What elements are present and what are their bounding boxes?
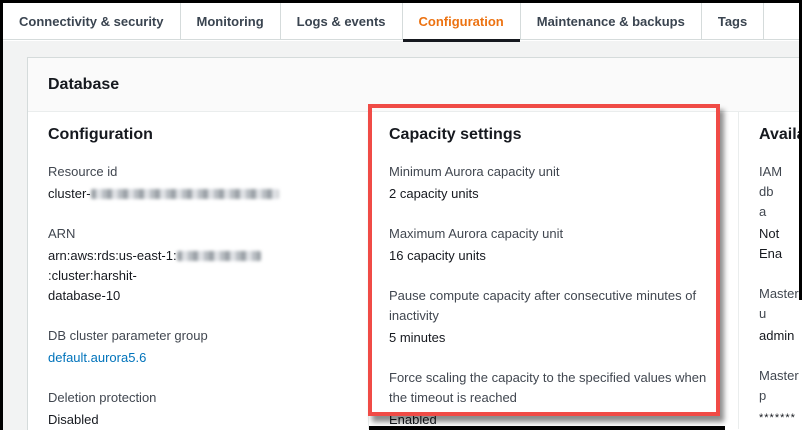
screenshot-border-left <box>0 0 3 430</box>
tab-maintenance-backups[interactable]: Maintenance & backups <box>521 3 702 39</box>
field-min-capacity: Minimum Aurora capacity unit 2 capacity … <box>389 162 718 204</box>
tab-logs-events[interactable]: Logs & events <box>281 3 403 39</box>
field-arn: ARN arn:aws:rds:us-east-1::cluster:harsh… <box>48 224 348 306</box>
field-master-username: Master u admin <box>759 284 779 346</box>
tab-monitoring[interactable]: Monitoring <box>181 3 281 39</box>
tab-tags[interactable]: Tags <box>702 3 764 39</box>
tab-configuration[interactable]: Configuration <box>403 3 521 39</box>
annotation-bottom-bar <box>369 426 725 430</box>
column-availability: Availa IAM db a Not Ena Master u admin M… <box>738 112 799 429</box>
tab-connectivity-security[interactable]: Connectivity & security <box>3 3 181 39</box>
field-max-capacity: Maximum Aurora capacity unit 16 capacity… <box>389 224 718 266</box>
card-title: Database <box>48 76 119 94</box>
capacity-settings-heading: Capacity settings <box>389 126 718 144</box>
database-card-body: Configuration Resource id cluster- ARN a… <box>28 112 799 429</box>
screenshot-border-top <box>0 0 802 3</box>
database-card-header: Database <box>28 58 799 112</box>
field-pause-compute: Pause compute capacity after consecutive… <box>389 286 718 348</box>
tab-bar: Connectivity & security Monitoring Logs … <box>3 3 799 40</box>
parameter-group-link[interactable]: default.aurora5.6 <box>48 350 146 365</box>
page-background: Database Configuration Resource id clust… <box>3 41 799 430</box>
field-db-cluster-parameter-group: DB cluster parameter group default.auror… <box>48 326 348 368</box>
configuration-heading: Configuration <box>48 126 348 144</box>
column-configuration: Configuration Resource id cluster- ARN a… <box>28 112 368 429</box>
redacted-resource-id <box>91 189 279 199</box>
availability-heading: Availa <box>759 126 779 144</box>
field-iam-db-auth: IAM db a Not Ena <box>759 162 779 264</box>
field-force-scaling: Force scaling the capacity to the specif… <box>389 368 718 430</box>
field-deletion-protection: Deletion protection Disabled <box>48 388 348 430</box>
field-master-password: Master p ******* <box>759 366 779 428</box>
field-resource-id: Resource id cluster- <box>48 162 348 204</box>
column-capacity-settings: Capacity settings Minimum Aurora capacit… <box>368 112 738 429</box>
redacted-account-id <box>177 251 261 261</box>
database-card: Database Configuration Resource id clust… <box>27 57 799 430</box>
